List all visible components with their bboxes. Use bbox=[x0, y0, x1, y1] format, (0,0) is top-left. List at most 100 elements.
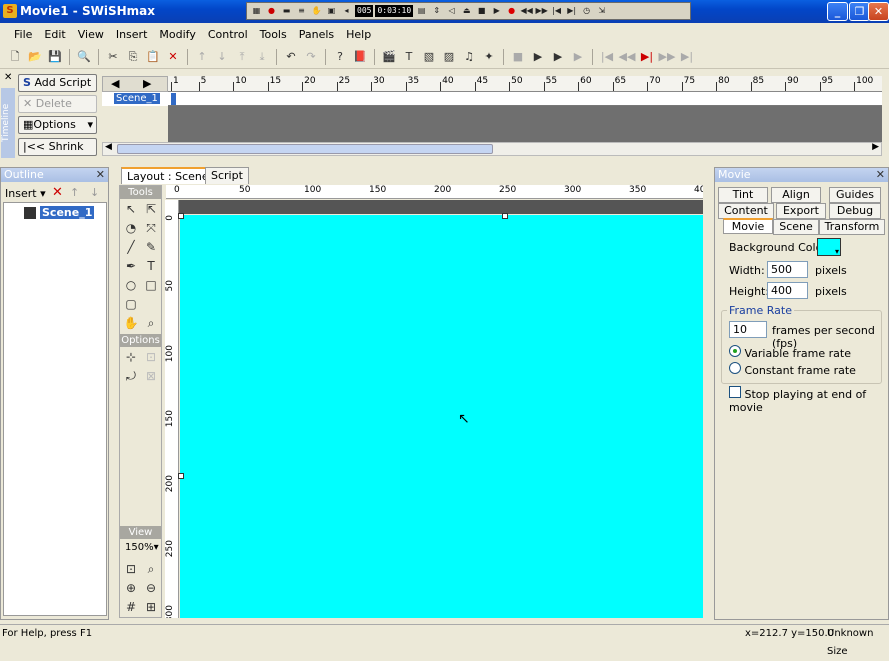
text-tool-icon[interactable]: T bbox=[141, 257, 161, 276]
timeline-left-arrow-icon[interactable]: ◀ bbox=[111, 77, 119, 90]
minus-icon[interactable]: ▬ bbox=[280, 5, 293, 17]
last-frame-icon[interactable]: ▶| bbox=[678, 48, 696, 66]
move-down-icon[interactable]: ↓ bbox=[213, 48, 231, 66]
eject-icon[interactable]: ⏏ bbox=[460, 5, 473, 17]
stage-canvas[interactable]: ↖ bbox=[178, 213, 703, 618]
outline-up-icon[interactable]: ↑ bbox=[70, 186, 79, 199]
clock-icon[interactable]: ◷ bbox=[580, 5, 593, 17]
motion-path-icon[interactable]: ⤧ bbox=[141, 219, 161, 238]
skew-option-icon[interactable]: ⊠ bbox=[141, 367, 161, 386]
rectangle-tool-icon[interactable]: □ bbox=[141, 276, 161, 295]
menu-file[interactable]: File bbox=[8, 28, 38, 41]
tab-tint[interactable]: Tint bbox=[718, 187, 768, 203]
scroll-left-icon[interactable]: ◀ bbox=[105, 142, 112, 152]
camera-icon[interactable]: ▣ bbox=[325, 5, 338, 17]
reshape-tool-icon[interactable]: ◔ bbox=[121, 219, 141, 238]
stop-icon[interactable]: ■ bbox=[475, 5, 488, 17]
timeline-scene-track[interactable] bbox=[168, 92, 882, 106]
save-icon[interactable]: 💾 bbox=[46, 48, 64, 66]
insert-sound-icon[interactable]: ♫ bbox=[460, 48, 478, 66]
speaker-icon[interactable]: ◂ bbox=[340, 5, 353, 17]
copy-icon[interactable]: ⎘ bbox=[124, 48, 142, 66]
zoom-in-icon[interactable]: ⊕ bbox=[121, 579, 141, 598]
ellipse-tool-icon[interactable]: ○ bbox=[121, 276, 141, 295]
record-icon[interactable]: ● bbox=[265, 5, 278, 17]
close-button[interactable]: ✕ bbox=[868, 2, 889, 21]
fast-forward-icon[interactable]: ▶▶ bbox=[535, 5, 548, 17]
menu-edit[interactable]: Edit bbox=[38, 28, 71, 41]
play-movie-icon[interactable]: ▶ bbox=[529, 48, 547, 66]
constant-frame-rate-radio[interactable]: Constant frame rate bbox=[729, 362, 856, 377]
timeline-scroll-thumb[interactable] bbox=[117, 144, 493, 154]
select-tool-icon[interactable]: ↖ bbox=[121, 200, 141, 219]
find-icon[interactable]: 🔍 bbox=[75, 48, 93, 66]
tab-transform[interactable]: Transform bbox=[819, 219, 885, 235]
play-icon[interactable]: ▶ bbox=[490, 5, 503, 17]
tab-guides[interactable]: Guides bbox=[829, 187, 881, 203]
preview-icon[interactable]: ⇲ bbox=[595, 5, 608, 17]
first-frame-icon[interactable]: |◀ bbox=[550, 5, 563, 17]
redo-icon[interactable]: ↷ bbox=[302, 48, 320, 66]
open-folder-icon[interactable]: 📂 bbox=[26, 48, 44, 66]
playhead-marker[interactable] bbox=[171, 93, 176, 105]
next-frame-icon[interactable]: ▶▶ bbox=[658, 48, 676, 66]
zoom-out-icon[interactable]: ⊖ bbox=[141, 579, 161, 598]
autoshape-tool-icon[interactable]: ▢ bbox=[121, 295, 141, 314]
background-color-picker[interactable]: ▾ bbox=[817, 238, 841, 256]
zoom-fit-icon[interactable]: ⊡ bbox=[121, 560, 141, 579]
rewind-icon[interactable]: ◀◀ bbox=[520, 5, 533, 17]
timeline-close-icon[interactable]: ✕ bbox=[4, 72, 12, 83]
tab-movie[interactable]: Movie bbox=[723, 218, 773, 234]
zoom-select[interactable]: 150%▾ bbox=[125, 542, 159, 553]
options-button[interactable]: ▦Options ▾ bbox=[18, 116, 97, 134]
record-dot-icon[interactable]: ● bbox=[505, 5, 518, 17]
zoom-tool-icon[interactable]: ⌕ bbox=[141, 314, 161, 333]
insert-image-icon[interactable]: ▧ bbox=[420, 48, 438, 66]
undo-icon[interactable]: ↶ bbox=[282, 48, 300, 66]
panel-close-icon[interactable]: ✕ bbox=[876, 168, 885, 182]
tab-script[interactable]: Script bbox=[205, 167, 249, 184]
stop-icon[interactable]: ■ bbox=[509, 48, 527, 66]
grid-view-icon[interactable]: # bbox=[121, 598, 141, 617]
menu-tools[interactable]: Tools bbox=[254, 28, 293, 41]
outline-delete-icon[interactable]: ✕ bbox=[52, 185, 63, 200]
stop-at-end-checkbox[interactable]: Stop playing at end of movie bbox=[729, 386, 888, 414]
pen-tool-icon[interactable]: ✒ bbox=[121, 257, 141, 276]
move-bottom-icon[interactable]: ⤓ bbox=[253, 48, 271, 66]
handle-top-left[interactable] bbox=[178, 213, 184, 219]
hand-icon[interactable]: ✋ bbox=[310, 5, 323, 17]
move-top-icon[interactable]: ⤒ bbox=[233, 48, 251, 66]
current-frame-icon[interactable]: ▶| bbox=[638, 48, 656, 66]
subselect-tool-icon[interactable]: ⇱ bbox=[141, 200, 161, 219]
height-field[interactable]: 400 bbox=[767, 282, 808, 299]
play-scene-icon[interactable]: ▶ bbox=[549, 48, 567, 66]
snap-icon[interactable]: ⊞ bbox=[141, 598, 161, 617]
delete-button[interactable]: ✕ Delete bbox=[18, 95, 97, 113]
volume-icon[interactable]: ◁ bbox=[445, 5, 458, 17]
new-file-icon[interactable]: 🗋 bbox=[6, 48, 24, 66]
insert-group-icon[interactable]: ▨ bbox=[440, 48, 458, 66]
prev-frame-icon[interactable]: ◀◀ bbox=[618, 48, 636, 66]
width-field[interactable]: 500 bbox=[767, 261, 808, 278]
anchor-option-icon[interactable]: ⊹ bbox=[121, 348, 141, 367]
outline-insert-button[interactable]: Insert ▾ bbox=[5, 187, 46, 200]
tab-export[interactable]: Export bbox=[776, 203, 826, 219]
fps-field[interactable]: 10 bbox=[729, 321, 767, 338]
film-icon[interactable]: ▤ bbox=[415, 5, 428, 17]
paste-icon[interactable]: 📋 bbox=[144, 48, 162, 66]
play-effect-icon[interactable]: ▶ bbox=[569, 48, 587, 66]
line-tool-icon[interactable]: ╱ bbox=[121, 238, 141, 257]
book-icon[interactable]: 📕 bbox=[351, 48, 369, 66]
move-up-icon[interactable]: ↑ bbox=[193, 48, 211, 66]
spin-icon[interactable]: ⇕ bbox=[430, 5, 443, 17]
last-frame-icon[interactable]: ▶| bbox=[565, 5, 578, 17]
pencil-tool-icon[interactable]: ✎ bbox=[141, 238, 161, 257]
outline-down-icon[interactable]: ↓ bbox=[90, 186, 99, 199]
delete-icon[interactable]: ✕ bbox=[164, 48, 182, 66]
maximize-button[interactable]: ❐ bbox=[849, 2, 870, 21]
menu-insert[interactable]: Insert bbox=[110, 28, 154, 41]
layers-icon[interactable]: ≡ bbox=[295, 5, 308, 17]
tab-align[interactable]: Align bbox=[771, 187, 821, 203]
menu-view[interactable]: View bbox=[72, 28, 110, 41]
timeline-scrollbar[interactable]: ◀ ▶ bbox=[102, 142, 882, 156]
